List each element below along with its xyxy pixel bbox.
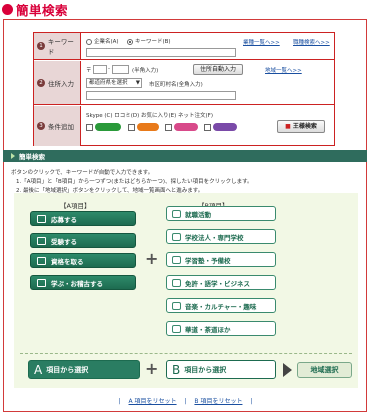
crown-icon: ■ xyxy=(285,123,291,130)
a-item-apply[interactable]: 応募する xyxy=(30,211,136,226)
keyword-input[interactable] xyxy=(86,48,236,57)
conditions-caption: Skype (C) ロコミ(D) お気に入り(E) ネット注文(F) xyxy=(86,113,213,119)
school-building-icon xyxy=(172,232,181,241)
divider xyxy=(20,353,352,354)
step-2-badge: 2 xyxy=(37,78,45,87)
prefecture-select[interactable]: 都道府県を選択 ▼ xyxy=(86,78,142,88)
search-form: 1 キーワード 企業名(A) キーワード(B) 業種一覧へ>> 職種検索へ>> … xyxy=(33,32,335,146)
keyword-label: 1 キーワード xyxy=(34,33,81,59)
chevron-down-icon: ▼ xyxy=(135,80,140,86)
address-row: 2 住所入力 〒 - (半角入力) 住所自動入力 地域一覧へ>> 都道府県を選択… xyxy=(34,61,334,105)
step-1-badge: 1 xyxy=(37,42,45,50)
region-select-button[interactable]: 地域選択 xyxy=(297,362,352,378)
skype-icon xyxy=(94,123,121,131)
keyword-label-text: キーワード xyxy=(47,38,74,56)
b-item-flower-tea[interactable]: 華道・茶道ほか xyxy=(166,321,276,336)
net-order-icon xyxy=(212,123,237,131)
plus-icon: + xyxy=(145,249,159,268)
favorite-checkbox[interactable] xyxy=(165,123,198,131)
step-1-text: 1.「A項目」と「B項目」から一つずつ(またはどちらかーつ)、探したい項目をクリ… xyxy=(16,179,253,185)
a-column-header: 【A項目】 xyxy=(60,202,91,210)
net-order-checkbox[interactable] xyxy=(204,123,237,131)
city-note: 市区町村名(全角入力) xyxy=(149,82,203,88)
reset-b-link[interactable]: B 項目をリセット xyxy=(194,398,242,405)
a-item-exam[interactable]: 受験する xyxy=(30,233,136,248)
postal-code-first[interactable] xyxy=(93,65,107,74)
radio-icon xyxy=(86,38,92,45)
flower-icon xyxy=(172,324,181,333)
radio-selected-icon xyxy=(127,38,133,45)
section-header: 簡単検索 xyxy=(3,150,367,162)
intro-text: ボタンのクリックで、キーワードが自動で入力できます。 xyxy=(11,170,154,176)
address-label-text: 住所入力 xyxy=(48,79,74,88)
music-icon xyxy=(172,301,181,310)
review-icon xyxy=(136,123,159,131)
a-select-button[interactable]: A 項目から選択 xyxy=(28,360,140,379)
study-icon xyxy=(172,255,181,264)
b-select-button[interactable]: B 項目から選択 xyxy=(166,360,276,379)
b-item-culture[interactable]: 音楽・カルチャー・趣味 xyxy=(166,298,276,313)
plus-icon-bottom: + xyxy=(145,359,159,378)
company-radio[interactable]: 企業名(A) xyxy=(86,37,119,45)
certificate-icon xyxy=(37,256,46,265)
document-icon xyxy=(37,236,46,245)
postal-mark: 〒 xyxy=(86,68,92,74)
arrow-right-icon xyxy=(283,363,292,377)
occupation-search-link[interactable]: 職種検索へ>> xyxy=(293,38,330,46)
conditions-label-text: 条件追加 xyxy=(48,123,74,131)
a-item-learn[interactable]: 学ぶ・お稽古する xyxy=(30,275,136,290)
school-icon xyxy=(37,278,46,287)
industry-list-link[interactable]: 業種一覧へ>> xyxy=(243,38,280,46)
conditions-label: 3 条件追加 xyxy=(34,106,81,146)
b-item-cram-school[interactable]: 学習塾・予備校 xyxy=(166,252,276,267)
search-button[interactable]: ■ 王様検索 xyxy=(277,120,325,133)
reset-links: | A 項目をリセット | B 項目をリセット | xyxy=(118,398,253,405)
keyword-radio[interactable]: キーワード(B) xyxy=(127,37,171,45)
car-icon xyxy=(172,278,181,287)
arrow-icon xyxy=(11,153,15,159)
step-3-badge: 3 xyxy=(37,122,45,130)
city-input[interactable] xyxy=(86,91,236,100)
section-title: 簡単検索 xyxy=(19,153,45,161)
postal-note: (半角入力) xyxy=(132,68,159,74)
postal-code-second[interactable] xyxy=(112,65,129,74)
building-icon xyxy=(37,214,46,223)
review-checkbox[interactable] xyxy=(128,123,159,131)
address-label: 2 住所入力 xyxy=(34,61,81,104)
auto-address-button[interactable]: 住所自動入力 xyxy=(193,64,243,75)
b-item-school[interactable]: 学校法人・専門学校 xyxy=(166,229,276,244)
b-item-business[interactable]: 免許・語学・ビジネス xyxy=(166,275,276,290)
reset-a-link[interactable]: A 項目をリセット xyxy=(129,398,177,405)
region-list-link[interactable]: 地域一覧へ>> xyxy=(265,66,302,74)
conditions-row: 3 条件追加 Skype (C) ロコミ(D) お気に入り(E) ネット注文(F… xyxy=(34,106,334,146)
page-title: 簡単検索 xyxy=(2,1,69,18)
keyword-row: 1 キーワード 企業名(A) キーワード(B) 業種一覧へ>> 職種検索へ>> xyxy=(34,33,334,60)
skype-checkbox[interactable] xyxy=(86,123,121,131)
b-item-job-hunting[interactable]: 就職活動 xyxy=(166,206,276,221)
favorite-icon xyxy=(173,123,198,131)
person-icon xyxy=(172,209,181,218)
title-bullet-icon xyxy=(2,3,13,15)
page-title-text: 簡単検索 xyxy=(16,2,69,18)
a-item-license[interactable]: 資格を取る xyxy=(30,253,136,268)
